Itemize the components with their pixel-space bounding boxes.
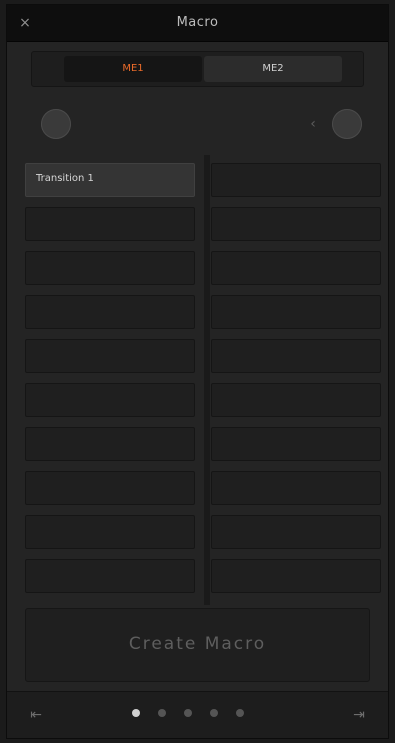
tab-me2[interactable]: ME2 bbox=[204, 56, 342, 82]
me-tab-bar: ME1 ME2 bbox=[31, 51, 364, 87]
macro-slot[interactable] bbox=[211, 515, 381, 549]
macro-slot[interactable] bbox=[211, 559, 381, 593]
macro-slot[interactable] bbox=[211, 427, 381, 461]
title-bar: × Macro bbox=[7, 5, 388, 42]
macro-slot[interactable] bbox=[25, 295, 195, 329]
macro-slot[interactable] bbox=[25, 471, 195, 505]
macro-slot-label: Transition 1 bbox=[36, 173, 94, 184]
create-macro-button[interactable]: Create Macro bbox=[25, 608, 370, 682]
footer-bar: ⇤ ⇥ bbox=[7, 691, 388, 738]
macro-slot[interactable] bbox=[25, 383, 195, 417]
tab-me1[interactable]: ME1 bbox=[64, 56, 202, 82]
page-dot[interactable] bbox=[184, 709, 192, 717]
macro-slot[interactable] bbox=[211, 471, 381, 505]
macro-slot[interactable] bbox=[211, 295, 381, 329]
macro-slot[interactable] bbox=[211, 163, 381, 197]
prev-page-icon[interactable]: ‹ bbox=[304, 115, 322, 133]
macro-slot[interactable] bbox=[25, 427, 195, 461]
macro-panel: × Macro ME1 ME2 ‹ Transition 1 Create Ma… bbox=[6, 4, 389, 739]
last-page-icon[interactable]: ⇥ bbox=[350, 706, 368, 724]
macro-slot[interactable] bbox=[211, 383, 381, 417]
first-page-icon[interactable]: ⇤ bbox=[27, 706, 45, 724]
column-divider bbox=[204, 155, 210, 605]
page-dot[interactable] bbox=[210, 709, 218, 717]
macro-slot[interactable] bbox=[211, 251, 381, 285]
page-dot[interactable] bbox=[158, 709, 166, 717]
macro-slot[interactable] bbox=[25, 559, 195, 593]
macro-slot[interactable] bbox=[211, 339, 381, 373]
macro-tools-row: ‹ bbox=[27, 101, 368, 147]
macro-slot[interactable]: Transition 1 bbox=[25, 163, 195, 197]
macro-slot[interactable] bbox=[25, 515, 195, 549]
page-dot[interactable] bbox=[132, 709, 140, 717]
create-macro-label: Create Macro bbox=[128, 634, 267, 654]
window-title: Macro bbox=[176, 15, 219, 30]
macro-slot[interactable] bbox=[25, 339, 195, 373]
macro-slot[interactable] bbox=[25, 251, 195, 285]
page-dot[interactable] bbox=[236, 709, 244, 717]
macro-slot[interactable] bbox=[25, 207, 195, 241]
macro-slot[interactable] bbox=[211, 207, 381, 241]
macro-settings-button[interactable] bbox=[332, 109, 362, 139]
record-macro-button[interactable] bbox=[41, 109, 71, 139]
